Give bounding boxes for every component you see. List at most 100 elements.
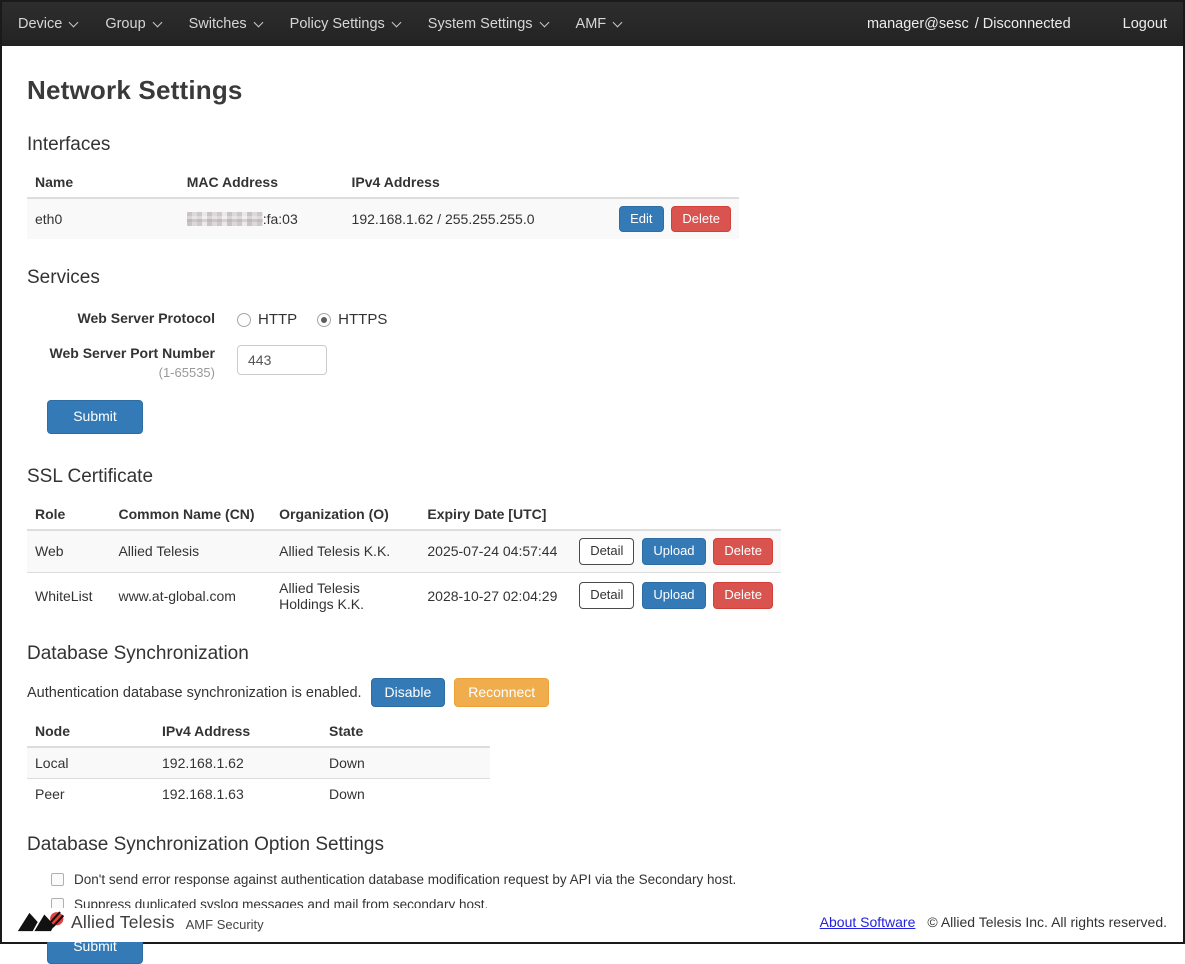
https-radio[interactable] — [317, 313, 331, 327]
col-header-state: State — [321, 716, 490, 747]
services-submit-button[interactable]: Submit — [47, 400, 143, 434]
copyright-text: © Allied Telesis Inc. All rights reserve… — [927, 914, 1167, 930]
upload-cert-button[interactable]: Upload — [642, 582, 705, 608]
about-software-link[interactable]: About Software — [820, 914, 916, 930]
edit-interface-button[interactable]: Edit — [619, 206, 663, 232]
db-sync-row-local: Local 192.168.1.62 Down — [27, 747, 490, 779]
col-header-cert-actions — [571, 499, 781, 530]
chevron-down-icon — [253, 17, 263, 27]
interfaces-header-row: Name MAC Address IPv4 Address — [27, 167, 739, 198]
col-header-org: Organization (O) — [271, 499, 419, 530]
col-header-node: Node — [27, 716, 154, 747]
api-error-checkbox[interactable] — [51, 873, 64, 886]
col-header-role: Role — [27, 499, 110, 530]
cert-org: Allied Telesis K.K. — [271, 530, 419, 572]
node-state: Down — [321, 779, 490, 810]
nav-menu-amf[interactable]: AMF — [562, 2, 636, 46]
user-connection-status: manager@sesc / Disconnected — [867, 16, 1071, 32]
footer-right: About Software © Allied Telesis Inc. All… — [820, 914, 1167, 930]
db-options-heading: Database Synchronization Option Settings — [27, 834, 1158, 856]
chevron-down-icon — [391, 17, 401, 27]
nav-menu-policy-settings[interactable]: Policy Settings — [276, 2, 414, 46]
http-radio-option[interactable]: HTTP — [237, 311, 297, 328]
db-sync-table: Node IPv4 Address State Local 192.168.1.… — [27, 716, 490, 809]
footer-brand-block: Allied Telesis AMF Security — [17, 910, 264, 934]
node-state: Down — [321, 747, 490, 779]
ssl-header-row: Role Common Name (CN) Organization (O) E… — [27, 499, 781, 530]
reconnect-sync-button[interactable]: Reconnect — [454, 678, 549, 708]
chevron-down-icon — [613, 17, 623, 27]
chevron-down-icon — [152, 17, 162, 27]
nav-menu-group: Device Group Switches Policy Settings Sy… — [4, 2, 635, 46]
detail-cert-button[interactable]: Detail — [579, 582, 634, 608]
cert-expiry: 2025-07-24 04:57:44 — [419, 530, 571, 572]
nav-menu-amf-label: AMF — [576, 16, 607, 32]
nav-menu-system-settings-label: System Settings — [428, 16, 533, 32]
interface-name: eth0 — [27, 198, 179, 239]
nav-menu-group-menu[interactable]: Group — [91, 2, 174, 46]
col-header-node-ipv4: IPv4 Address — [154, 716, 321, 747]
option-row-api-error: Don't send error response against authen… — [51, 872, 1158, 887]
main-content: Network Settings Interfaces Name MAC Add… — [2, 75, 1183, 964]
ssl-row-whitelist: WhiteList www.at-global.com Allied Teles… — [27, 572, 781, 619]
cert-cn: Allied Telesis — [110, 530, 271, 572]
port-range-hint: (1-65535) — [27, 365, 215, 380]
mac-visible-suffix: :fa:03 — [263, 211, 298, 227]
nav-menu-policy-settings-label: Policy Settings — [290, 16, 385, 32]
chevron-down-icon — [69, 17, 79, 27]
nav-menu-device[interactable]: Device — [4, 2, 91, 46]
port-label: Web Server Port Number — [27, 345, 215, 362]
navbar-right: manager@sesc / Disconnected Logout — [867, 16, 1167, 32]
col-header-ipv4: IPv4 Address — [344, 167, 612, 198]
https-radio-label: HTTPS — [338, 311, 387, 328]
port-number-input[interactable] — [237, 345, 327, 375]
logged-in-user: manager@sesc — [867, 16, 969, 32]
db-sync-status-line: Authentication database synchronization … — [27, 678, 1158, 708]
protocol-label: Web Server Protocol — [27, 310, 215, 327]
http-radio-label: HTTP — [258, 311, 297, 328]
interface-row-eth0: eth0 :fa:03 192.168.1.62 / 255.255.255.0… — [27, 198, 739, 239]
api-error-checkbox-label: Don't send error response against authen… — [74, 872, 736, 887]
col-header-cn: Common Name (CN) — [110, 499, 271, 530]
delete-cert-button[interactable]: Delete — [713, 538, 773, 564]
db-sync-status-text: Authentication database synchronization … — [27, 685, 362, 701]
cert-expiry: 2028-10-27 02:04:29 — [419, 572, 571, 619]
delete-cert-button[interactable]: Delete — [713, 582, 773, 608]
cert-org: Allied Telesis Holdings K.K. — [271, 572, 419, 619]
allied-telesis-logo — [17, 910, 65, 934]
upload-cert-button[interactable]: Upload — [642, 538, 705, 564]
interfaces-table: Name MAC Address IPv4 Address eth0 :fa:0… — [27, 167, 739, 239]
http-radio[interactable] — [237, 313, 251, 327]
cert-role: WhiteList — [27, 572, 110, 619]
page-footer: Allied Telesis AMF Security About Softwa… — [2, 908, 1183, 942]
protocol-radio-group: HTTP HTTPS — [237, 311, 387, 328]
col-header-expiry: Expiry Date [UTC] — [419, 499, 571, 530]
page-title: Network Settings — [27, 75, 1158, 106]
interfaces-heading: Interfaces — [27, 134, 1158, 156]
col-header-name: Name — [27, 167, 179, 198]
top-navbar: Device Group Switches Policy Settings Sy… — [2, 2, 1183, 46]
port-form-row: Web Server Port Number (1-65535) — [27, 345, 1158, 380]
node-name: Peer — [27, 779, 154, 810]
nav-menu-switches[interactable]: Switches — [175, 2, 276, 46]
network-settings-page: { "navbar": { "menus": [ { "label": "Dev… — [0, 0, 1185, 944]
cert-cn: www.at-global.com — [110, 572, 271, 619]
connection-status: / Disconnected — [975, 16, 1071, 32]
https-radio-option[interactable]: HTTPS — [317, 311, 387, 328]
chevron-down-icon — [539, 17, 549, 27]
disable-sync-button[interactable]: Disable — [371, 678, 446, 708]
cert-role: Web — [27, 530, 110, 572]
node-ipv4: 192.168.1.62 — [154, 747, 321, 779]
detail-cert-button[interactable]: Detail — [579, 538, 634, 564]
delete-interface-button[interactable]: Delete — [671, 206, 731, 232]
brand-name: Allied Telesis — [71, 912, 175, 933]
logout-button[interactable]: Logout — [1123, 16, 1167, 32]
product-name: AMF Security — [186, 917, 264, 932]
nav-menu-system-settings[interactable]: System Settings — [414, 2, 562, 46]
nav-menu-device-label: Device — [18, 16, 62, 32]
db-sync-heading: Database Synchronization — [27, 643, 1158, 665]
interface-mac: :fa:03 — [179, 198, 344, 239]
ssl-row-web: Web Allied Telesis Allied Telesis K.K. 2… — [27, 530, 781, 572]
services-heading: Services — [27, 267, 1158, 289]
mac-redacted-blur — [187, 212, 263, 226]
